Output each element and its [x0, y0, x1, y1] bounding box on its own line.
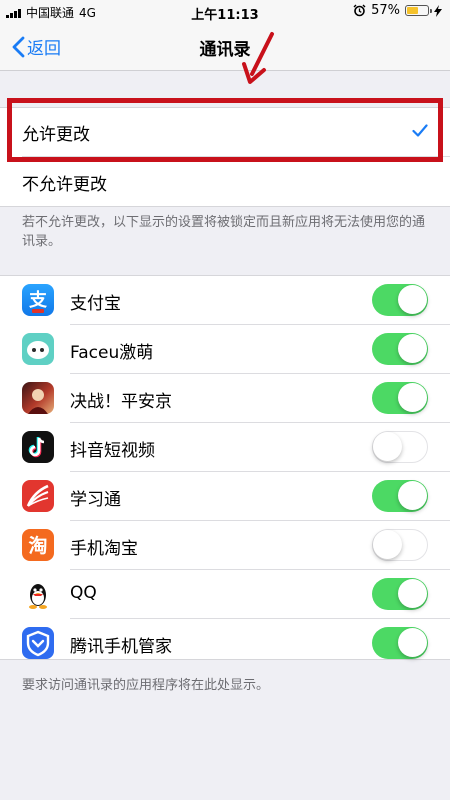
- app-name: 手机淘宝: [70, 539, 138, 559]
- toggle-tencent-guard[interactable]: [372, 627, 428, 659]
- list-item-faceu: Faceu激萌: [0, 325, 450, 374]
- douyin-icon: [22, 431, 54, 463]
- toggle-taobao[interactable]: [372, 529, 428, 561]
- annotation-highlight-box: [7, 98, 443, 162]
- list-item-taobao: 淘 手机淘宝: [0, 521, 450, 570]
- app-name: Faceu激萌: [70, 343, 154, 363]
- list-item-douyin: 抖音短视频: [0, 423, 450, 472]
- option-label: 不允许更改: [22, 175, 107, 195]
- battery-fill: [407, 7, 419, 14]
- qq-icon: [22, 578, 54, 610]
- battery-percent: 57%: [371, 3, 400, 18]
- xuexitong-icon: [22, 480, 54, 512]
- option-disallow-changes[interactable]: 不允许更改: [0, 157, 450, 206]
- apps-list: 支 支付宝 Faceu激萌 决战！平安京 抖音短视频 学习通 淘 手机淘宝 QQ…: [0, 275, 450, 660]
- status-right: 57%: [353, 3, 442, 18]
- list-item-tencent-guard: 腾讯手机管家: [0, 619, 450, 668]
- app-name: 腾讯手机管家: [70, 637, 172, 657]
- charging-bolt-icon: [434, 4, 442, 17]
- app-name: 学习通: [70, 490, 121, 510]
- page-title: 通讯录: [199, 40, 251, 60]
- list-item-qq: QQ: [0, 570, 450, 619]
- list-item-onmyoji-arena: 决战！平安京: [0, 374, 450, 423]
- toggle-alipay[interactable]: [372, 284, 428, 316]
- nav-bar: 返回 通讯录: [0, 22, 450, 71]
- onmyoji-arena-icon: [22, 382, 54, 414]
- toggle-onmyoji-arena[interactable]: [372, 382, 428, 414]
- toggle-faceu[interactable]: [372, 333, 428, 365]
- annotation-arrow-icon: [242, 32, 274, 84]
- tencent-guard-icon: [22, 627, 54, 659]
- svg-text:淘: 淘: [28, 534, 47, 557]
- list-item-alipay: 支 支付宝: [0, 276, 450, 325]
- toggle-douyin[interactable]: [372, 431, 428, 463]
- svg-text:支: 支: [28, 289, 48, 311]
- alarm-icon: [353, 4, 366, 17]
- taobao-icon: 淘: [22, 529, 54, 561]
- status-bar: 中国联通 4G 上午11:13 57%: [0, 0, 450, 23]
- app-name: 决战！平安京: [70, 392, 172, 412]
- battery-icon: [405, 5, 432, 16]
- toggle-xuexitong[interactable]: [372, 480, 428, 512]
- faceu-icon: [22, 333, 54, 365]
- toggle-qq[interactable]: [372, 578, 428, 610]
- app-name: 支付宝: [70, 294, 121, 314]
- apps-footer-note: 要求访问通讯录的应用程序将在此处显示。: [22, 678, 270, 693]
- app-name: QQ: [70, 583, 97, 603]
- alipay-icon: 支: [22, 284, 54, 316]
- lock-note: 若不允许更改，以下显示的设置将被锁定而且新应用将无法使用您的通讯录。: [22, 215, 426, 249]
- list-item-xuexitong: 学习通: [0, 472, 450, 521]
- app-name: 抖音短视频: [70, 441, 155, 461]
